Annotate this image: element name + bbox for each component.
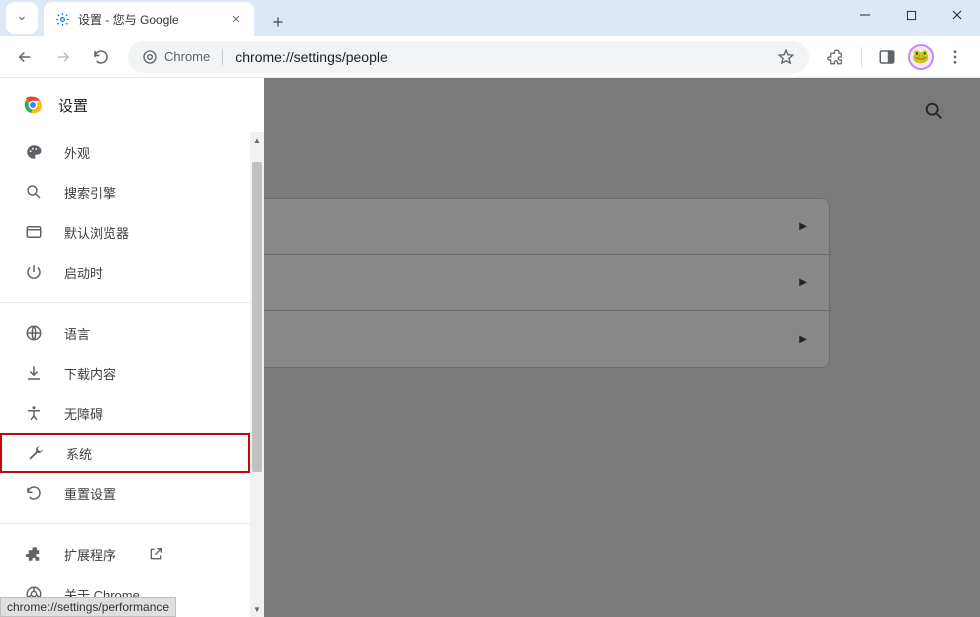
- browser-tab[interactable]: 设置 - 您与 Google: [44, 2, 254, 36]
- forward-button[interactable]: [46, 40, 80, 74]
- new-tab-button[interactable]: [264, 8, 292, 36]
- sidebar-item-label: 无障碍: [64, 404, 103, 423]
- download-icon: [24, 363, 44, 383]
- sidebar-item-appearance[interactable]: 外观: [0, 132, 250, 172]
- search-icon: [24, 182, 44, 202]
- sidebar-item-label: 外观: [64, 143, 90, 162]
- search-settings-button[interactable]: [923, 100, 945, 122]
- plus-icon: [271, 15, 285, 29]
- sidebar-item-label: 启动时: [64, 263, 103, 282]
- back-button[interactable]: [8, 40, 42, 74]
- sidebar-item-downloads[interactable]: 下载内容: [0, 353, 250, 393]
- scroll-down-icon[interactable]: ▼: [250, 601, 264, 617]
- status-bar: chrome://settings/performance: [0, 597, 176, 617]
- sidebar-item-label: 扩展程序: [64, 545, 116, 564]
- maximize-button[interactable]: [888, 0, 934, 30]
- chevron-right-icon: ▶: [799, 334, 807, 345]
- gear-icon: [54, 11, 70, 27]
- chevron-right-icon: ▶: [799, 221, 807, 232]
- chrome-logo-icon: [22, 94, 44, 116]
- scroll-up-icon[interactable]: ▲: [250, 132, 264, 148]
- star-icon: [777, 48, 795, 66]
- content-area: ▶ gle 服务 ▶ ▶ 设置 外观: [0, 78, 980, 617]
- bookmark-button[interactable]: [777, 48, 795, 66]
- chevron-down-icon: [16, 12, 28, 24]
- sidebar-item-default-browser[interactable]: 默认浏览器: [0, 212, 250, 252]
- settings-sidebar: 设置 外观 搜索引擎 默认浏览器: [0, 78, 264, 617]
- puzzle-icon: [827, 48, 845, 66]
- minimize-icon: [859, 9, 871, 21]
- sidebar-item-label: 语言: [64, 324, 90, 343]
- sidebar-divider: [0, 523, 250, 524]
- open-external-icon: [148, 546, 164, 562]
- sidebar-item-languages[interactable]: 语言: [0, 313, 250, 353]
- dots-vertical-icon: [946, 48, 964, 66]
- arrow-left-icon: [16, 48, 34, 66]
- reload-button[interactable]: [84, 40, 118, 74]
- sidebar-item-search-engine[interactable]: 搜索引擎: [0, 172, 250, 212]
- sidebar-item-label: 默认浏览器: [64, 223, 129, 242]
- scrollbar-thumb[interactable]: [252, 162, 262, 472]
- globe-icon: [24, 323, 44, 343]
- address-bar[interactable]: Chrome chrome://settings/people: [128, 41, 809, 73]
- wrench-icon: [26, 443, 46, 463]
- power-icon: [24, 262, 44, 282]
- tab-title: 设置 - 您与 Google: [78, 11, 228, 28]
- sidebar-header: 设置: [0, 78, 264, 132]
- sidebar-item-on-startup[interactable]: 启动时: [0, 252, 250, 292]
- sidebar-item-system[interactable]: 系统: [0, 433, 250, 473]
- status-text: chrome://settings/performance: [7, 600, 169, 614]
- search-icon: [923, 100, 945, 122]
- window-controls: [842, 0, 980, 36]
- browser-icon: [24, 222, 44, 242]
- close-window-button[interactable]: [934, 0, 980, 30]
- panel-icon: [878, 48, 896, 66]
- side-panel-button[interactable]: [870, 40, 904, 74]
- sidebar-title: 设置: [58, 95, 88, 116]
- tab-close-button[interactable]: [228, 11, 244, 27]
- sidebar-item-label: 重置设置: [64, 484, 116, 503]
- restore-icon: [24, 483, 44, 503]
- title-bar: 设置 - 您与 Google: [0, 0, 980, 36]
- sidebar-item-label: 搜索引擎: [64, 183, 116, 202]
- minimize-button[interactable]: [842, 0, 888, 30]
- sidebar-item-extensions[interactable]: 扩展程序: [0, 534, 250, 574]
- close-icon: [231, 14, 241, 24]
- puzzle-icon: [24, 544, 44, 564]
- sidebar-item-reset[interactable]: 重置设置: [0, 473, 250, 513]
- sidebar-scroll: 外观 搜索引擎 默认浏览器 启动时: [0, 132, 250, 617]
- profile-icon: 🐸: [912, 48, 929, 65]
- extensions-button[interactable]: [819, 40, 853, 74]
- site-info[interactable]: Chrome: [142, 49, 223, 65]
- profile-button[interactable]: 🐸: [908, 44, 934, 70]
- accessibility-icon: [24, 403, 44, 423]
- browser-toolbar: Chrome chrome://settings/people 🐸: [0, 36, 980, 78]
- close-icon: [951, 9, 963, 21]
- sidebar-item-label: 下载内容: [64, 364, 116, 383]
- palette-icon: [24, 142, 44, 162]
- url-text: chrome://settings/people: [235, 49, 777, 65]
- arrow-right-icon: [54, 48, 72, 66]
- chrome-icon: [142, 49, 158, 65]
- toolbar-divider: [861, 47, 862, 67]
- chrome-label: Chrome: [164, 49, 210, 64]
- maximize-icon: [906, 10, 917, 21]
- sidebar-item-accessibility[interactable]: 无障碍: [0, 393, 250, 433]
- tab-search-button[interactable]: [6, 2, 38, 34]
- sidebar-item-label: 系统: [66, 444, 92, 463]
- sidebar-scrollbar[interactable]: ▲ ▼: [250, 132, 264, 617]
- chevron-right-icon: ▶: [799, 277, 807, 288]
- sidebar-divider: [0, 302, 250, 303]
- menu-button[interactable]: [938, 40, 972, 74]
- reload-icon: [92, 48, 110, 66]
